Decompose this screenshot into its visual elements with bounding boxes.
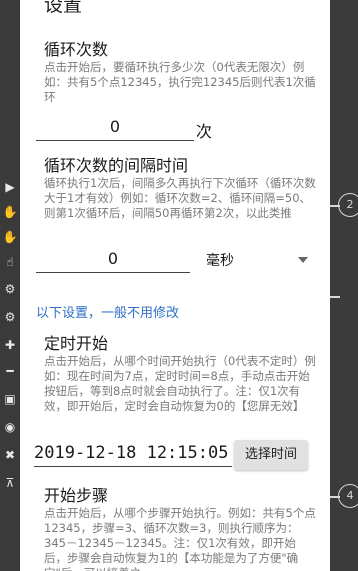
chevron-down-icon (298, 257, 308, 263)
background-right-panel: 2 4 (330, 0, 358, 571)
start-step-title: 开始步骤 (44, 486, 109, 505)
save-icon: ▣ (4, 392, 16, 406)
play-icon: ▶ (5, 180, 15, 194)
swipe-icon: ☝ (6, 255, 14, 269)
hand-icon: ✋ (2, 205, 18, 219)
interval-unit-selected: 毫秒 (206, 253, 234, 269)
loop-interval-description: 循环执行1次后，间隔多久再执行下次循环（循环次数大于1才有效）例如：循环次数=2… (44, 176, 316, 220)
close-icon: ✖ (4, 448, 16, 462)
interval-unit-dropdown[interactable]: 毫秒 (198, 244, 314, 274)
advanced-settings-hint: 以下设置，一般不用修改 (36, 306, 180, 321)
loop-count-title: 循环次数 (44, 40, 109, 59)
plus-icon: ✚ (4, 338, 16, 352)
loop-count-input[interactable]: 0 (36, 114, 194, 141)
timed-start-description: 点击开始后，从哪个时间开始执行（0代表不定时）例如：现在时间为7点，定时时间=8… (44, 354, 316, 413)
settings-dialog: 设置 循环次数 点击开始后，要循环执行多少次（0代表无限次）例如：共有5个点12… (20, 0, 330, 571)
timed-start-datetime[interactable]: 2019-12-18 12:15:05 (34, 440, 232, 467)
collapse-icon: ⊼ (5, 476, 15, 490)
loop-count-description: 点击开始后，要循环执行多少次（0代表无限次）例如：共有5个点12345，执行完1… (44, 60, 316, 104)
loop-interval-input[interactable]: 0 (36, 246, 190, 273)
loop-interval-title: 循环次数的间隔时间 (44, 156, 189, 175)
minus-icon: ━ (6, 364, 14, 378)
step-marker: 2 (338, 193, 358, 217)
step-marker: 4 (338, 484, 358, 508)
gear-icon: ⚙ (4, 310, 16, 324)
gear-icon: ⚙ (4, 282, 16, 296)
connector-line (330, 296, 340, 298)
start-step-description: 点击开始后，从哪个步骤开始执行。例如：共有5个点12345，步骤=3、循环次数=… (44, 506, 316, 571)
hand-icon: ✋ (2, 230, 18, 244)
background-left-toolbar: ▶ ✋ ✋ ☝ ⚙ ⚙ ✚ ━ ▣ ◉ ✖ ⊼ (0, 0, 22, 571)
timed-start-title: 定时开始 (44, 334, 109, 353)
loop-count-unit: 次 (196, 122, 213, 141)
dialog-title: 设置 (44, 0, 83, 16)
select-time-button[interactable]: 选择时间 (234, 440, 308, 470)
eye-icon: ◉ (4, 420, 16, 434)
